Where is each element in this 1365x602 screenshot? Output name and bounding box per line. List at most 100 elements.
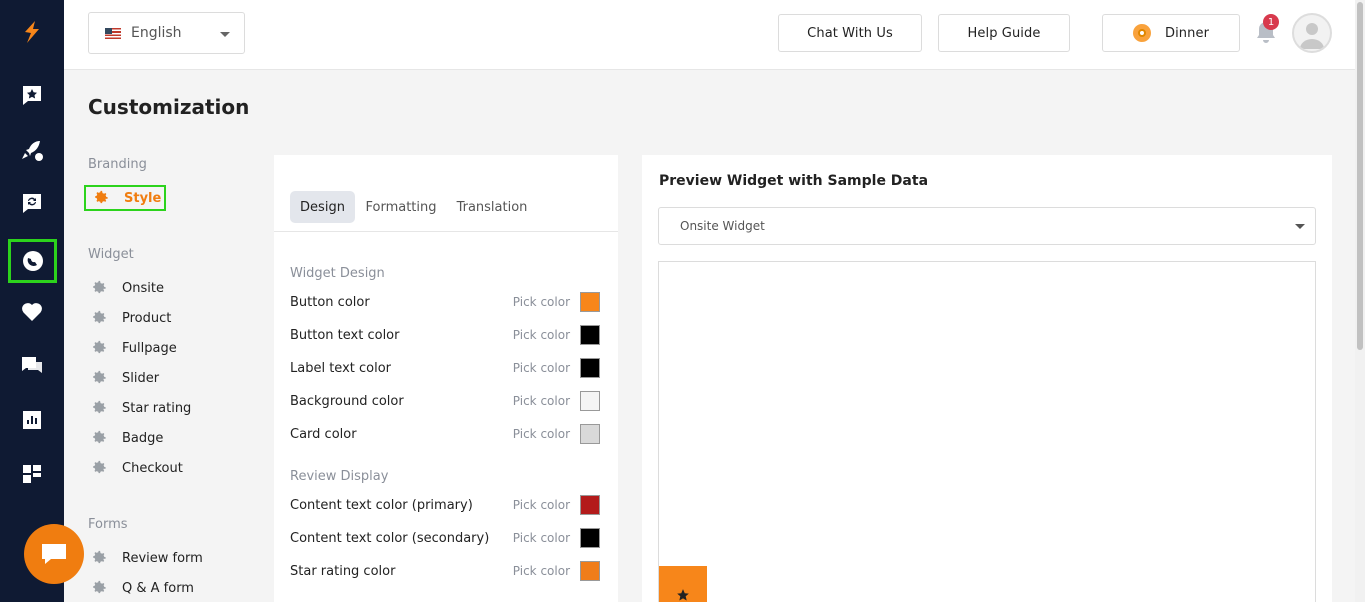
subnav-item[interactable]: Fullpage [88,335,177,361]
store-button[interactable]: Dinner [1102,14,1240,52]
chat-reviews-icon[interactable] [0,343,64,389]
scrollbar-thumb[interactable] [1357,2,1363,350]
subnav-item-label: Checkout [122,460,183,476]
subnav-item[interactable]: Slider [88,365,159,391]
help-guide-label: Help Guide [967,25,1041,41]
subnav-item[interactable]: Review form [88,545,203,571]
heart-icon[interactable] [0,289,64,335]
gear-icon [93,280,106,294]
color-swatch[interactable] [580,292,600,312]
color-swatch[interactable] [580,358,600,378]
gear-icon [93,310,106,324]
avatar[interactable] [1292,13,1332,53]
pick-color-link[interactable]: Pick color [513,361,570,375]
gear-icon [95,190,108,204]
gear-icon [93,340,106,354]
color-swatch[interactable] [580,528,600,548]
subnav-item[interactable]: Onsite [88,275,164,301]
help-guide-button[interactable]: Help Guide [938,14,1070,52]
gear-icon [93,400,106,414]
tab-formatting[interactable]: Formatting [363,191,439,223]
color-swatch[interactable] [580,495,600,515]
color-setting-label: Card color [290,426,357,442]
gear-icon [93,580,106,594]
tab-translation[interactable]: Translation [452,191,532,223]
store-name: Dinner [1164,25,1210,41]
chevron-down-icon [220,32,230,37]
subnav-item-label: Review form [122,550,203,566]
page-scrollbar[interactable] [1355,0,1365,602]
review-display-heading: Review Display [290,469,389,484]
subnav-item-label: Slider [122,370,160,386]
store-icon [1132,24,1151,42]
customization-icon[interactable] [8,239,57,283]
color-setting-label: Label text color [290,360,392,376]
apps-icon[interactable] [0,451,64,497]
top-bar: English Chat With Us Help Guide Dinner 1 [64,0,1355,70]
subnav-item[interactable]: Q & A form [88,575,194,601]
color-swatch[interactable] [580,424,600,444]
chat-bubble-icon [42,544,66,564]
floating-reviews-tab[interactable] [659,566,707,602]
rocket-icon[interactable] [0,127,64,173]
language-label: English [131,25,182,41]
live-chat-button[interactable] [24,524,84,584]
tab-design[interactable]: Design [290,191,355,223]
language-selector[interactable]: English [88,12,245,54]
design-panel: Design Formatting Translation Widget Des… [274,155,618,602]
gear-icon [93,460,106,474]
subnav-item-label: Star rating [122,400,192,416]
subnav-item[interactable]: Star rating [88,395,191,421]
star-icon [677,589,689,601]
analytics-icon[interactable] [0,397,64,443]
color-setting-label: Content text color (primary) [290,497,473,513]
pick-color-link[interactable]: Pick color [513,564,570,578]
subnav-item-label: Onsite [122,280,164,296]
subnav-item-style[interactable]: Style [84,185,166,211]
pick-color-link[interactable]: Pick color [513,295,570,309]
gear-icon [93,550,106,564]
color-setting-row: Button text color Pick color [290,324,600,346]
widget-design-heading: Widget Design [290,266,385,281]
subnav-item-label: Fullpage [122,340,177,356]
reviews-icon[interactable] [0,72,64,118]
pick-color-link[interactable]: Pick color [513,531,570,545]
color-setting-row: Background color Pick color [290,390,600,412]
widget-heading: Widget [88,247,134,262]
us-flag-icon [105,27,121,39]
preview-title: Preview Widget with Sample Data [659,173,929,189]
subnav-item-label: Product [122,310,172,326]
app-logo-icon[interactable] [0,0,64,64]
subnav-item[interactable]: Product [88,305,171,331]
color-setting-row: Star rating color Pick color [290,560,600,582]
chat-with-us-button[interactable]: Chat With Us [778,14,922,52]
color-setting-row: Card color Pick color [290,423,600,445]
pick-color-link[interactable]: Pick color [513,498,570,512]
design-tabs: Design Formatting Translation [274,191,618,232]
pick-color-link[interactable]: Pick color [513,394,570,408]
widget-type-select[interactable]: Onsite Widget [658,207,1316,245]
color-setting-label: Button text color [290,327,400,343]
chevron-down-icon [1295,224,1305,229]
pick-color-link[interactable]: Pick color [513,328,570,342]
page-title: Customization [88,95,250,119]
pick-color-link[interactable]: Pick color [513,427,570,441]
chat-with-us-label: Chat With Us [807,25,893,41]
color-setting-label: Content text color (secondary) [290,530,490,546]
gear-icon [93,370,106,384]
subnav-item[interactable]: Checkout [88,455,183,481]
subnav-item[interactable]: Badge [88,425,163,451]
widget-type-value: Onsite Widget [680,219,765,233]
color-setting-label: Button color [290,294,370,310]
color-setting-row: Label text color Pick color [290,357,600,379]
preview-panel: Preview Widget with Sample Data Onsite W… [642,155,1332,602]
color-swatch[interactable] [580,561,600,581]
forms-heading: Forms [88,517,128,532]
widget-preview-area [658,261,1316,602]
color-setting-row: Button color Pick color [290,291,600,313]
sync-icon[interactable] [0,180,64,226]
color-setting-row: Content text color (secondary) Pick color [290,527,600,549]
subnav-item-label: Style [124,190,162,206]
color-swatch[interactable] [580,391,600,411]
color-swatch[interactable] [580,325,600,345]
